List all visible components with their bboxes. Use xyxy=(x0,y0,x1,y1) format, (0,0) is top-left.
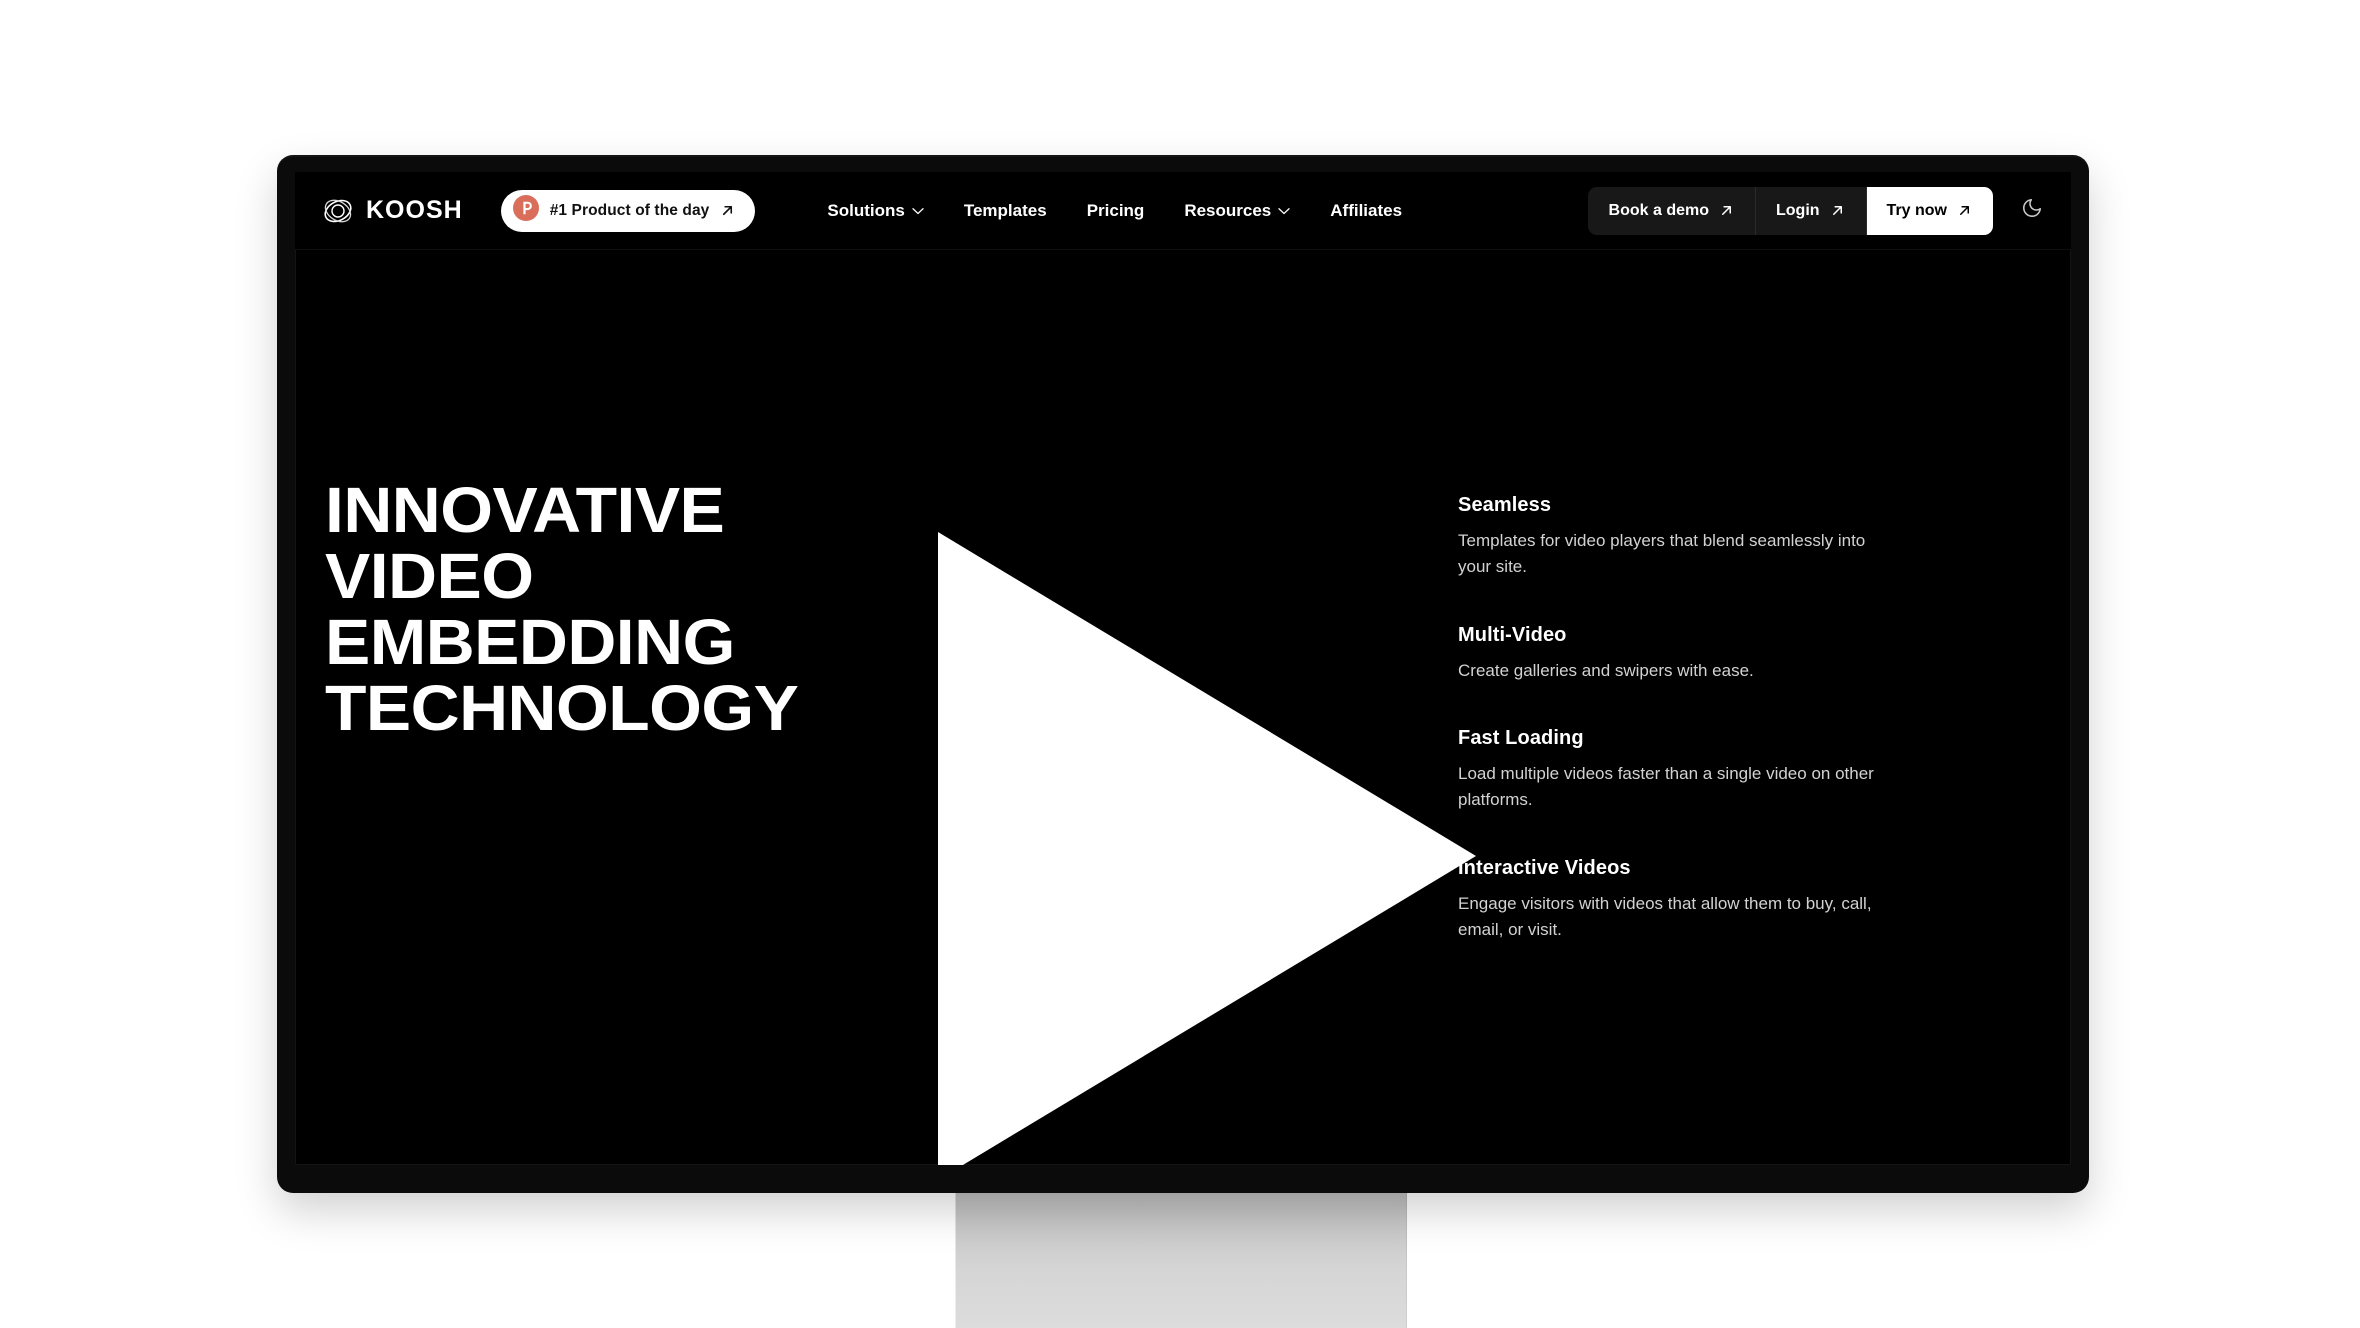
theme-toggle-button[interactable] xyxy=(2015,194,2049,228)
product-hunt-badge-label: #1 Product of the day xyxy=(549,201,710,219)
nav-link-label: Affiliates xyxy=(1330,200,1403,220)
feature-description: Engage visitors with videos that allow t… xyxy=(1458,894,1872,939)
nav-link-resources[interactable]: Resources xyxy=(1164,189,1310,233)
login-button[interactable]: Login xyxy=(1755,187,1866,235)
nav-link-label: Solutions xyxy=(827,200,905,220)
monitor-screen: KOOSH #1 Product of the day Solutions Te… xyxy=(295,172,2071,1165)
try-now-button[interactable]: Try now xyxy=(1865,186,1993,235)
nav-button-group: Book a demo Login Try now xyxy=(1587,186,1993,235)
hero-section: INNOVATIVE VIDEO EMBEDDING TECHNOLOGY Se… xyxy=(295,250,2071,1165)
nav-link-label: Pricing xyxy=(1086,200,1145,220)
primary-nav-links: Solutions Templates Pricing Resources Af… xyxy=(807,189,1422,233)
hero-headline: INNOVATIVE VIDEO EMBEDDING TECHNOLOGY xyxy=(325,474,799,744)
feature-description: Create galleries and swipers with ease. xyxy=(1458,660,1754,680)
koosh-swirl-logo-icon xyxy=(323,196,353,226)
nav-link-affiliates[interactable]: Affiliates xyxy=(1310,189,1422,233)
hero-feature-list: Seamless Templates for video players tha… xyxy=(1458,494,1878,943)
chevron-down-icon xyxy=(912,207,924,215)
feature-item: Fast Loading Load multiple videos faster… xyxy=(1458,727,1878,813)
feature-item: Interactive Videos Engage visitors with … xyxy=(1458,857,1878,943)
arrow-up-right-icon xyxy=(1957,203,1972,218)
nav-link-solutions[interactable]: Solutions xyxy=(807,189,943,233)
monitor-frame: KOOSH #1 Product of the day Solutions Te… xyxy=(277,155,2089,1193)
book-a-demo-button[interactable]: Book a demo xyxy=(1588,187,1755,235)
play-triangle-icon xyxy=(938,532,1476,1165)
nav-link-templates[interactable]: Templates xyxy=(944,189,1067,233)
nav-link-label: Templates xyxy=(963,200,1047,220)
feature-description: Templates for video players that blend s… xyxy=(1458,531,1866,576)
nav-link-pricing[interactable]: Pricing xyxy=(1067,189,1165,233)
product-hunt-badge[interactable]: #1 Product of the day xyxy=(500,189,756,232)
moon-icon xyxy=(2021,197,2043,224)
page-canvas: KOOSH #1 Product of the day Solutions Te… xyxy=(0,0,2360,1328)
feature-title: Interactive Videos xyxy=(1458,857,1631,880)
feature-title: Multi-Video xyxy=(1458,623,1567,646)
button-label: Book a demo xyxy=(1608,201,1709,219)
nav-action-area: Book a demo Login Try now xyxy=(1587,186,2049,235)
nav-link-label: Resources xyxy=(1184,200,1272,220)
arrow-up-right-icon xyxy=(1719,203,1734,218)
arrow-up-right-icon xyxy=(720,203,735,218)
feature-description: Load multiple videos faster than a singl… xyxy=(1458,764,1874,810)
brand-name: KOOSH xyxy=(366,196,463,224)
feature-title: Seamless xyxy=(1458,494,1552,516)
feature-title: Fast Loading xyxy=(1458,727,1584,750)
feature-item: Multi-Video Create galleries and swipers… xyxy=(1458,624,1878,684)
product-hunt-icon xyxy=(512,195,539,226)
chevron-down-icon xyxy=(1278,207,1290,215)
feature-item: Seamless Templates for video players tha… xyxy=(1458,494,1878,580)
arrow-up-right-icon xyxy=(1830,203,1845,218)
button-label: Login xyxy=(1776,201,1820,219)
monitor-stand-neck xyxy=(955,1186,1407,1328)
button-label: Try now xyxy=(1886,201,1947,219)
site-navigation-bar: KOOSH #1 Product of the day Solutions Te… xyxy=(295,172,2071,250)
brand-logo-link[interactable]: KOOSH xyxy=(323,196,463,226)
